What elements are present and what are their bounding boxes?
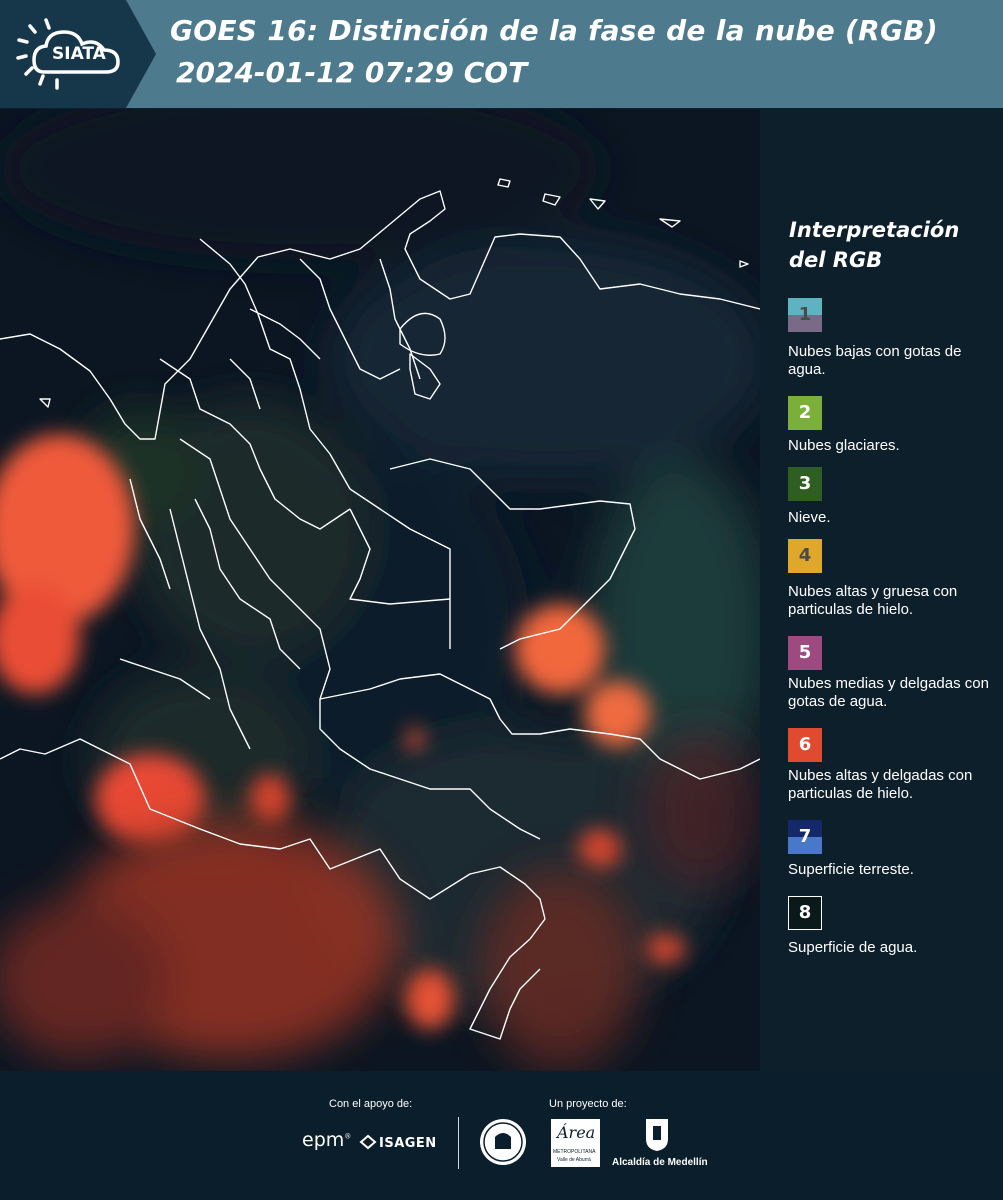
seal-logo [478,1117,528,1171]
legend-swatch-5: 5 [788,636,822,670]
isagen-icon [359,1134,377,1150]
support-label: Con el apoyo de: [329,1098,413,1110]
legend-number: 4 [798,545,812,566]
footer-divider [458,1117,459,1169]
legend-title-line2: del RGB [789,248,883,272]
satellite-map [0,109,760,1071]
area-logo-sub1: METROPOLITANA [553,1149,596,1155]
alcaldia-shield-icon [646,1119,668,1151]
alcaldia-text: Alcaldía de Medellín [612,1157,708,1168]
epm-logo: epm® [302,1129,352,1151]
legend-swatch-6: 6 [788,728,822,762]
legend-title-line1: Interpretación [789,218,960,242]
legend-number: 2 [798,402,812,423]
legend-label-8: Superficie de agua. [788,939,918,956]
legend-title: Interpretación del RGB [789,215,989,275]
legend-label-6: Nubes altas y delgadas con particulas de… [788,767,973,802]
legend-number: 5 [798,642,812,663]
page-title: GOES 16: Distinción de la fase de la nub… [170,14,939,47]
legend-number: 1 [798,304,812,325]
legend-swatch-1: 1 [788,298,822,332]
area-logo-sub2: Valle de Aburrá [557,1157,591,1163]
satellite-image [0,109,760,1071]
footer: Con el apoyo de: Un proyecto de: epm® IS… [0,1071,1003,1200]
legend-number: 7 [798,826,812,847]
alcaldia-logo: Alcaldía de Medellín [612,1117,708,1171]
legend-label-2: Nubes glaciares. [788,437,900,454]
header: SIATA GOES 16: Distinción de la fase de … [0,0,1003,108]
logo-text: SIATA [52,44,106,64]
legend-number: 6 [798,734,812,755]
legend-number: 8 [798,902,812,923]
legend-label-5: Nubes medias y delgadas con gotas de agu… [788,675,989,710]
legend-swatch-3: 3 [788,467,822,501]
legend-swatch-7: 7 [788,820,822,854]
project-label: Un proyecto de: [549,1098,627,1110]
legend-swatch-4: 4 [788,539,822,573]
legend-swatch-8: 8 [788,896,822,930]
page-timestamp: 2024-01-12 07:29 COT [176,56,528,89]
area-logo-text: Área [557,1123,596,1142]
isagen-logo: ISAGEN [359,1134,437,1151]
legend-label-3: Nieve. [788,509,831,526]
legend-label-7: Superficie terreste. [788,861,914,878]
epm-text: epm [302,1129,345,1151]
legend-label-1: Nubes bajas con gotas de agua. [788,343,962,378]
legend-label-4: Nubes altas y gruesa con particulas de h… [788,583,958,618]
area-metropolitana-logo: Área METROPOLITANA Valle de Aburrá [551,1119,600,1167]
siata-logo: SIATA [0,0,156,108]
legend-number: 3 [798,473,812,494]
isagen-text: ISAGEN [379,1136,437,1151]
legend-panel: Interpretación del RGB 1 Nubes bajas con … [760,109,1003,1071]
legend-swatch-2: 2 [788,396,822,430]
